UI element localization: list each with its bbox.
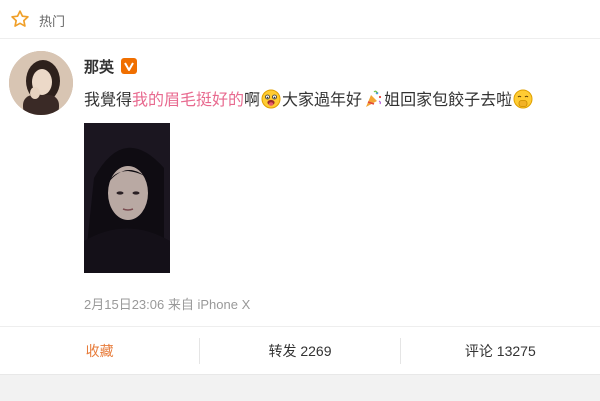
giggle-emoji-icon	[513, 89, 533, 109]
tongue-out-emoji-icon	[261, 89, 281, 109]
post-source: iPhone X	[197, 297, 251, 312]
vip-v-badge-icon	[121, 58, 138, 74]
repost-button[interactable]: 转发 2269	[200, 341, 399, 361]
comment-button[interactable]: 评论 13275	[401, 341, 600, 361]
top-bar: 热门	[0, 0, 600, 39]
action-bar: 收藏 转发 2269 评论 13275	[0, 326, 600, 375]
highlight-link[interactable]: 我的眉毛挺好的	[132, 92, 244, 109]
repost-count: 2269	[300, 343, 332, 359]
party-popper-icon	[366, 90, 382, 107]
feed-separator	[0, 374, 600, 401]
author-avatar[interactable]	[9, 51, 73, 115]
source-prefix: 来自	[167, 297, 194, 312]
author-name[interactable]: 那英	[84, 56, 114, 77]
avatar-portrait	[9, 51, 73, 115]
post-timestamp[interactable]: 2月15日23:06	[84, 297, 164, 312]
section-title: 热门	[39, 14, 66, 29]
comment-count: 13275	[496, 343, 536, 359]
post-image[interactable]	[84, 123, 170, 273]
star-icon[interactable]	[10, 9, 30, 29]
selfie-photo	[84, 123, 170, 273]
author-row: 那英	[84, 55, 138, 77]
favorite-button[interactable]: 收藏	[0, 341, 199, 361]
post-text: 我覺得我的眉毛挺好的啊 大家過年好 姐回家包餃子去啦	[84, 89, 589, 112]
post-meta: 2月15日23:06 来自 iPhone X	[84, 294, 250, 313]
